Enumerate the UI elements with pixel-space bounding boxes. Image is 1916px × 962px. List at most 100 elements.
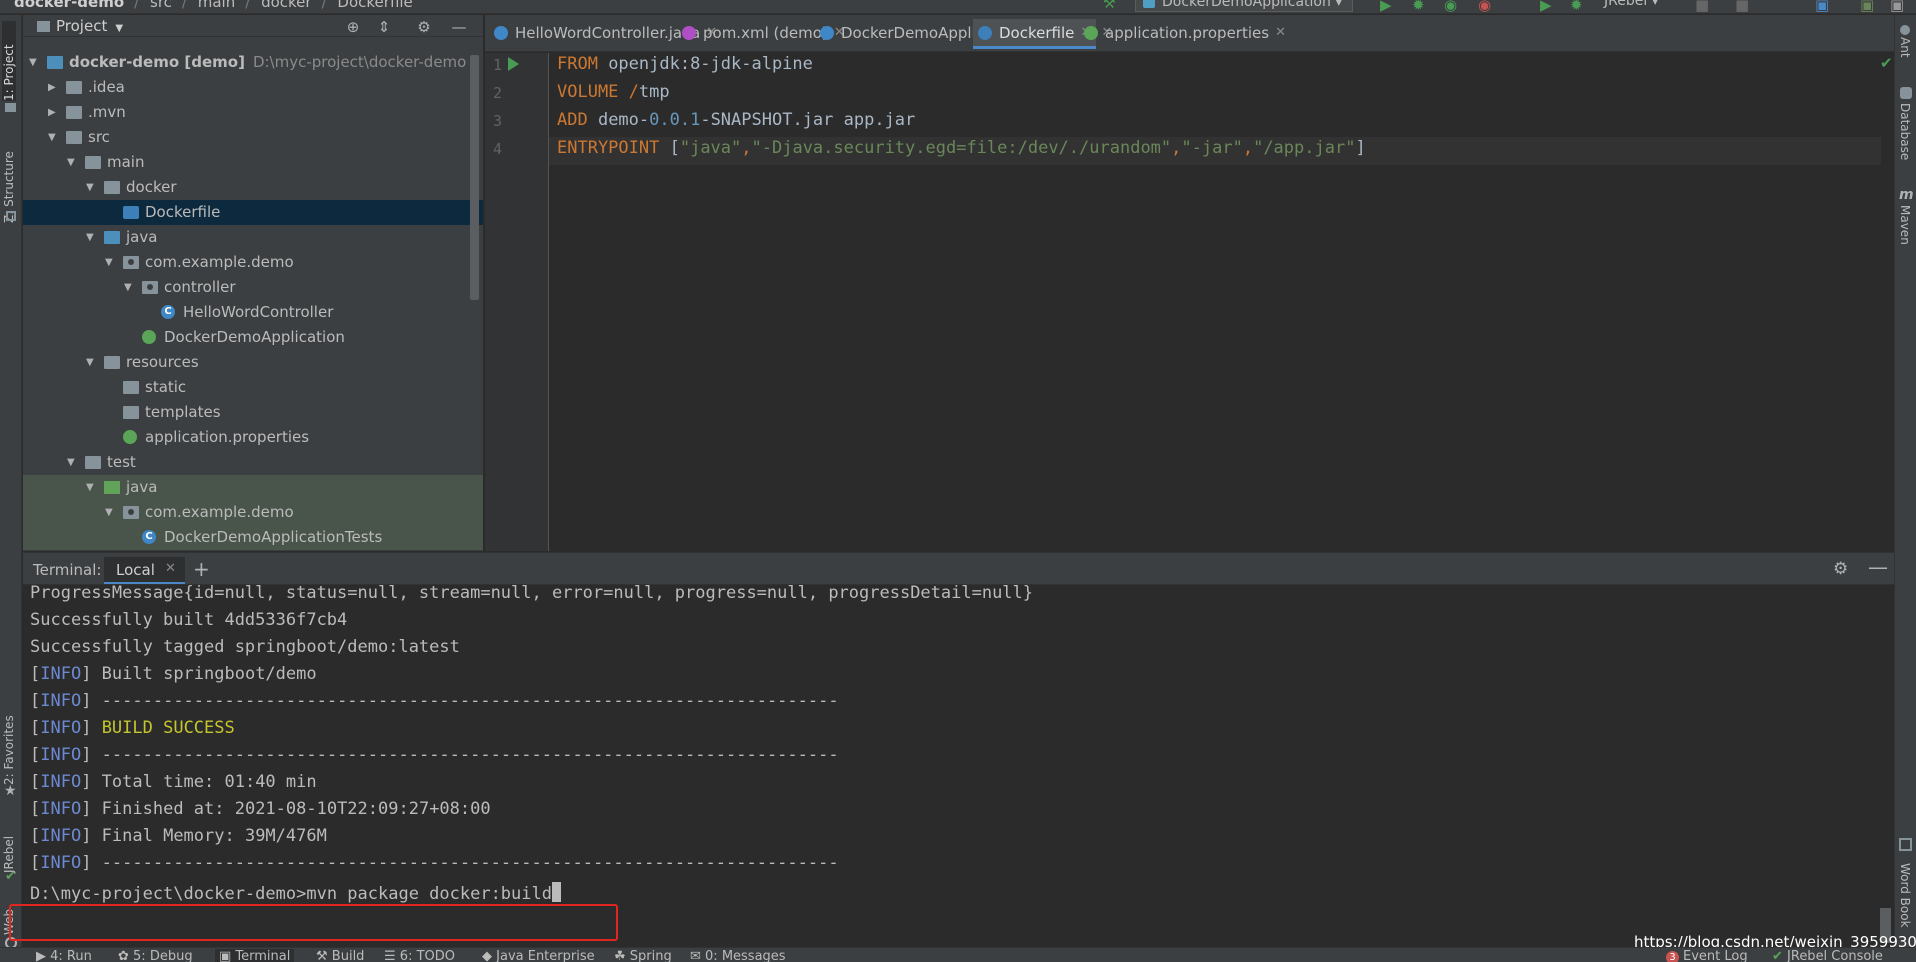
code-editor[interactable]: 1 2 3 4 FROM openjdk:8-jdk-alpine VOLUME /tm… bbox=[485, 53, 1894, 551]
bottom-tool-button[interactable]: ▣ Terminal bbox=[215, 949, 295, 962]
profile-icon[interactable]: ◉ bbox=[1478, 0, 1492, 13]
breadcrumb-main[interactable]: main bbox=[198, 0, 235, 11]
bottom-tool-button[interactable]: ▶ 4: Run bbox=[36, 949, 92, 962]
expanded-arrow-icon[interactable]: ▼ bbox=[67, 450, 79, 475]
expanded-arrow-icon[interactable]: ▼ bbox=[124, 275, 136, 300]
terminal-tab-local[interactable]: Local ✕ bbox=[104, 557, 185, 584]
expanded-arrow-icon[interactable]: ▼ bbox=[48, 125, 60, 150]
terminal-prompt-line[interactable]: D:\myc-project\docker-demo>mvn package d… bbox=[30, 882, 561, 904]
update-icon[interactable]: ■ bbox=[1735, 0, 1749, 13]
debug-icon[interactable]: ✹ bbox=[1412, 0, 1426, 13]
tree-item[interactable]: ▼ java bbox=[23, 225, 483, 250]
tree-item[interactable]: ▼ docker-demo [demo] D:\myc-project\docker… bbox=[23, 50, 483, 75]
stop-icon[interactable]: ■ bbox=[1695, 0, 1709, 13]
tree-item[interactable]: ▼ com.example.demo bbox=[23, 250, 483, 275]
right-tool-stripe: Ant Database m Maven Word Book bbox=[1894, 15, 1916, 947]
tree-item[interactable]: templates bbox=[23, 400, 483, 425]
collapsed-arrow-icon[interactable]: ▶ bbox=[48, 100, 60, 125]
tree-item[interactable]: ▼ resources bbox=[23, 350, 483, 375]
tree-item[interactable]: application.properties bbox=[23, 425, 483, 450]
editor-tab[interactable]: application.properties ✕ bbox=[1079, 19, 1291, 49]
run-configuration-select[interactable]: DockerDemoApplication ▾ bbox=[1135, 0, 1354, 12]
editor-tab-label: HelloWordController.java bbox=[515, 24, 701, 42]
search-everywhere-icon[interactable]: ▣ bbox=[1890, 0, 1904, 13]
tree-item[interactable]: ▶ .idea bbox=[23, 75, 483, 100]
bottom-tool-button[interactable]: ☰ 6: TODO bbox=[384, 949, 455, 962]
maven-tool-button[interactable]: Maven bbox=[1898, 205, 1912, 245]
book-icon bbox=[1899, 838, 1912, 851]
chevron-down-icon: ▼ bbox=[115, 23, 124, 34]
tree-item[interactable]: C DockerDemoApplicationTests bbox=[23, 525, 483, 550]
breadcrumb-dockerfile[interactable]: Dockerfile bbox=[337, 0, 412, 11]
tree-item[interactable]: ▼ docker bbox=[23, 175, 483, 200]
project-scrollbar[interactable] bbox=[470, 55, 479, 300]
tree-item[interactable]: ▶ .mvn bbox=[23, 100, 483, 125]
tree-item[interactable]: static bbox=[23, 375, 483, 400]
bottom-tool-button[interactable]: ✉ 0: Messages bbox=[690, 949, 786, 962]
terminal-gear-icon[interactable]: ⚙ bbox=[1833, 559, 1848, 579]
bottom-tool-label: Spring bbox=[629, 949, 672, 962]
tree-item[interactable]: Dockerfile bbox=[23, 200, 483, 225]
jrebel-run-icon[interactable]: ▶ bbox=[1540, 0, 1554, 13]
tree-item[interactable]: ▼ main bbox=[23, 150, 483, 175]
package-icon bbox=[123, 256, 139, 269]
tree-item[interactable]: ▼ java bbox=[23, 475, 483, 500]
event-log-button[interactable]: 3 Event Log bbox=[1666, 949, 1748, 962]
terminal-token: [ bbox=[30, 745, 41, 765]
expanded-arrow-icon[interactable]: ▼ bbox=[86, 350, 98, 375]
jrebel-icon: ✔ bbox=[5, 869, 16, 884]
word-book-tool-button[interactable]: Word Book bbox=[1898, 863, 1912, 928]
expanded-arrow-icon[interactable]: ▼ bbox=[86, 225, 98, 250]
expanded-arrow-icon[interactable]: ▼ bbox=[67, 150, 79, 175]
bottom-tool-button[interactable]: ✿ 5: Debug bbox=[118, 949, 193, 962]
breadcrumb-project[interactable]: docker-demo bbox=[14, 0, 124, 11]
close-icon[interactable]: ✕ bbox=[165, 561, 176, 576]
spring-properties-icon bbox=[123, 430, 137, 444]
translate-icon[interactable]: ▣ bbox=[1815, 0, 1829, 13]
project-structure-icon[interactable]: ▣ bbox=[1860, 0, 1874, 13]
folder-icon bbox=[66, 81, 82, 94]
jrebel-tool-button[interactable]: JRebel bbox=[2, 823, 16, 873]
project-tool-button[interactable]: 1: Project bbox=[2, 21, 16, 101]
bottom-tool-button[interactable]: ⚒ Build bbox=[316, 949, 364, 962]
breadcrumb-src[interactable]: src bbox=[150, 0, 172, 11]
terminal-minimize-icon[interactable]: — bbox=[1868, 555, 1888, 579]
class-icon: C bbox=[161, 305, 175, 319]
bottom-tool-button[interactable]: ◆ Java Enterprise bbox=[482, 949, 595, 962]
tree-item[interactable]: ▼ com.example.demo bbox=[23, 500, 483, 525]
java-enterprise-icon: ◆ bbox=[482, 949, 497, 962]
minimize-icon[interactable]: — bbox=[451, 19, 467, 35]
database-tool-button[interactable]: Database bbox=[1898, 103, 1912, 160]
tree-item[interactable]: DockerDemoApplication bbox=[23, 325, 483, 350]
jrebel-debug-icon[interactable]: ✹ bbox=[1570, 0, 1584, 13]
expanded-arrow-icon[interactable]: ▼ bbox=[105, 500, 117, 525]
collapsed-arrow-icon[interactable]: ▶ bbox=[48, 75, 60, 100]
tree-item[interactable]: ▼ controller bbox=[23, 275, 483, 300]
breadcrumb-docker[interactable]: docker bbox=[261, 0, 312, 11]
hammer-icon[interactable]: ⚒ bbox=[1103, 0, 1117, 12]
tree-item[interactable]: ▼ src bbox=[23, 125, 483, 150]
close-icon[interactable]: ✕ bbox=[1275, 19, 1286, 47]
editor-tab[interactable]: Dockerfile✕ bbox=[973, 19, 1097, 49]
ant-tool-button[interactable]: Ant bbox=[1898, 37, 1912, 58]
coverage-icon[interactable]: ◉ bbox=[1444, 0, 1458, 13]
expanded-arrow-icon[interactable]: ▼ bbox=[86, 475, 98, 500]
new-session-plus-icon[interactable]: + bbox=[193, 557, 210, 581]
jrebel-menu[interactable]: JRebel ▾ bbox=[1604, 0, 1659, 9]
terminal-output[interactable]: ProgressMessage{id=null, status=null, st… bbox=[9, 583, 1894, 947]
expanded-arrow-icon[interactable]: ▼ bbox=[86, 175, 98, 200]
tree-item[interactable]: ▼ test bbox=[23, 450, 483, 475]
project-view-select[interactable]: Project ▼ bbox=[37, 17, 123, 35]
structure-tool-button[interactable]: Z: Structure bbox=[2, 133, 16, 223]
gear-icon[interactable]: ⚙ bbox=[416, 19, 432, 35]
expanded-arrow-icon[interactable]: ▼ bbox=[29, 50, 41, 75]
jrebel-console-button[interactable]: ✔ JRebel Console bbox=[1772, 949, 1883, 962]
code-token: , bbox=[1171, 138, 1182, 158]
tree-item[interactable]: C HelloWordController bbox=[23, 300, 483, 325]
run-icon[interactable]: ▶ bbox=[1380, 0, 1394, 13]
expanded-arrow-icon[interactable]: ▼ bbox=[105, 250, 117, 275]
locate-file-icon[interactable]: ⊕ bbox=[345, 19, 361, 35]
collapse-all-icon[interactable]: ⇕ bbox=[376, 19, 392, 35]
bottom-tool-button[interactable]: ☘ Spring bbox=[614, 949, 672, 962]
favorites-tool-button[interactable]: 2: Favorites bbox=[2, 695, 16, 785]
